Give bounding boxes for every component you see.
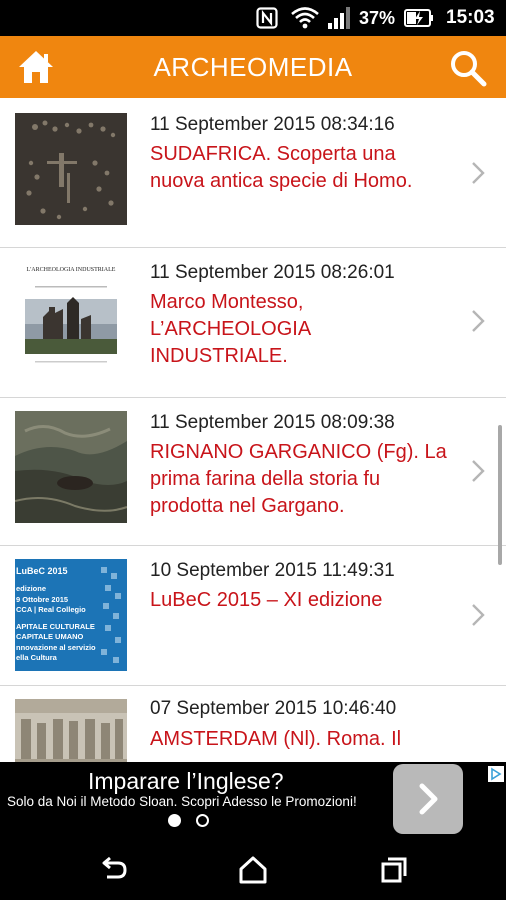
article-title: RIGNANO GARGANICO (Fg). La prima farina … xyxy=(150,441,447,517)
status-bar: 37% 15:03 xyxy=(0,0,506,36)
article-thumbnail xyxy=(15,699,127,762)
app-bar: ARCHEOMEDIA xyxy=(0,36,506,98)
thumbnail-text: LuBeC 2015 edizione 9 Ottobre 2015 CCA |… xyxy=(16,566,96,662)
back-button[interactable] xyxy=(98,854,130,886)
article-thumbnail xyxy=(15,113,127,225)
thumbnail-caption: L'ARCHEOLOGIA INDUSTRIALE xyxy=(26,267,116,273)
ad-banner[interactable]: Imparare l’Inglese? Solo da Noi il Metod… xyxy=(0,762,506,840)
article-list: 11 September 2015 08:34:16 SUDAFRICA. Sc… xyxy=(0,98,506,762)
article-title: SUDAFRICA. Scoperta una nuova antica spe… xyxy=(150,143,413,192)
article-date: 10 September 2015 11:49:31 xyxy=(150,560,395,581)
ad-open-button[interactable] xyxy=(393,764,463,834)
ad-page-dot-active[interactable] xyxy=(168,814,181,827)
article-date: 11 September 2015 08:09:38 xyxy=(150,412,395,433)
article-date: 11 September 2015 08:34:16 xyxy=(150,114,395,135)
recents-icon xyxy=(381,857,407,883)
article-title: Marco Montesso, L’ARCHEOLOGIA INDUSTRIAL… xyxy=(150,291,311,367)
wifi-icon xyxy=(290,0,320,36)
article-row[interactable]: 11 September 2015 08:34:16 SUDAFRICA. Sc… xyxy=(0,98,506,248)
back-icon xyxy=(102,856,127,879)
recents-button[interactable] xyxy=(378,854,410,886)
search-button[interactable] xyxy=(448,48,488,88)
article-date: 11 September 2015 08:26:01 xyxy=(150,262,395,283)
home-nav-button[interactable] xyxy=(237,854,269,886)
scrollbar[interactable] xyxy=(498,425,502,565)
article-row[interactable]: LuBeC 2015 edizione 9 Ottobre 2015 CCA |… xyxy=(0,546,506,686)
chevron-right-icon xyxy=(472,460,485,482)
article-row[interactable]: 11 September 2015 08:09:38 RIGNANO GARGA… xyxy=(0,398,506,546)
home-icon xyxy=(239,856,267,884)
chevron-right-icon xyxy=(472,162,485,184)
article-row[interactable]: 07 September 2015 10:46:40 AMSTERDAM (Nl… xyxy=(0,686,506,762)
article-row[interactable]: L'ARCHEOLOGIA INDUSTRIALE 11 September 2… xyxy=(0,248,506,398)
ad-choices-icon[interactable] xyxy=(488,766,504,782)
nfc-icon xyxy=(256,0,278,36)
chevron-right-icon xyxy=(419,783,438,815)
article-thumbnail: L'ARCHEOLOGIA INDUSTRIALE xyxy=(15,263,127,375)
signal-icon xyxy=(326,0,354,36)
article-thumbnail: LuBeC 2015 edizione 9 Ottobre 2015 CCA |… xyxy=(15,559,127,671)
article-title: AMSTERDAM (Nl). Roma. Il xyxy=(150,728,402,750)
article-title: LuBeC 2015 – XI edizione xyxy=(150,589,383,611)
clock: 15:03 xyxy=(446,7,495,28)
chevron-right-icon xyxy=(472,604,485,626)
ad-page-dot[interactable] xyxy=(196,814,209,827)
chevron-right-icon xyxy=(472,310,485,332)
search-icon xyxy=(451,51,487,87)
battery-percent: 37% xyxy=(359,7,396,28)
ad-subtitle[interactable]: Solo da Noi il Metodo Sloan. Scopri Ades… xyxy=(7,794,357,809)
article-date: 07 September 2015 10:46:40 xyxy=(150,698,397,719)
article-thumbnail xyxy=(15,411,127,523)
navigation-bar xyxy=(0,840,506,900)
ad-title[interactable]: Imparare l’Inglese? xyxy=(88,768,284,795)
app-title: ARCHEOMEDIA xyxy=(153,52,353,82)
battery-charging-icon xyxy=(404,0,434,36)
